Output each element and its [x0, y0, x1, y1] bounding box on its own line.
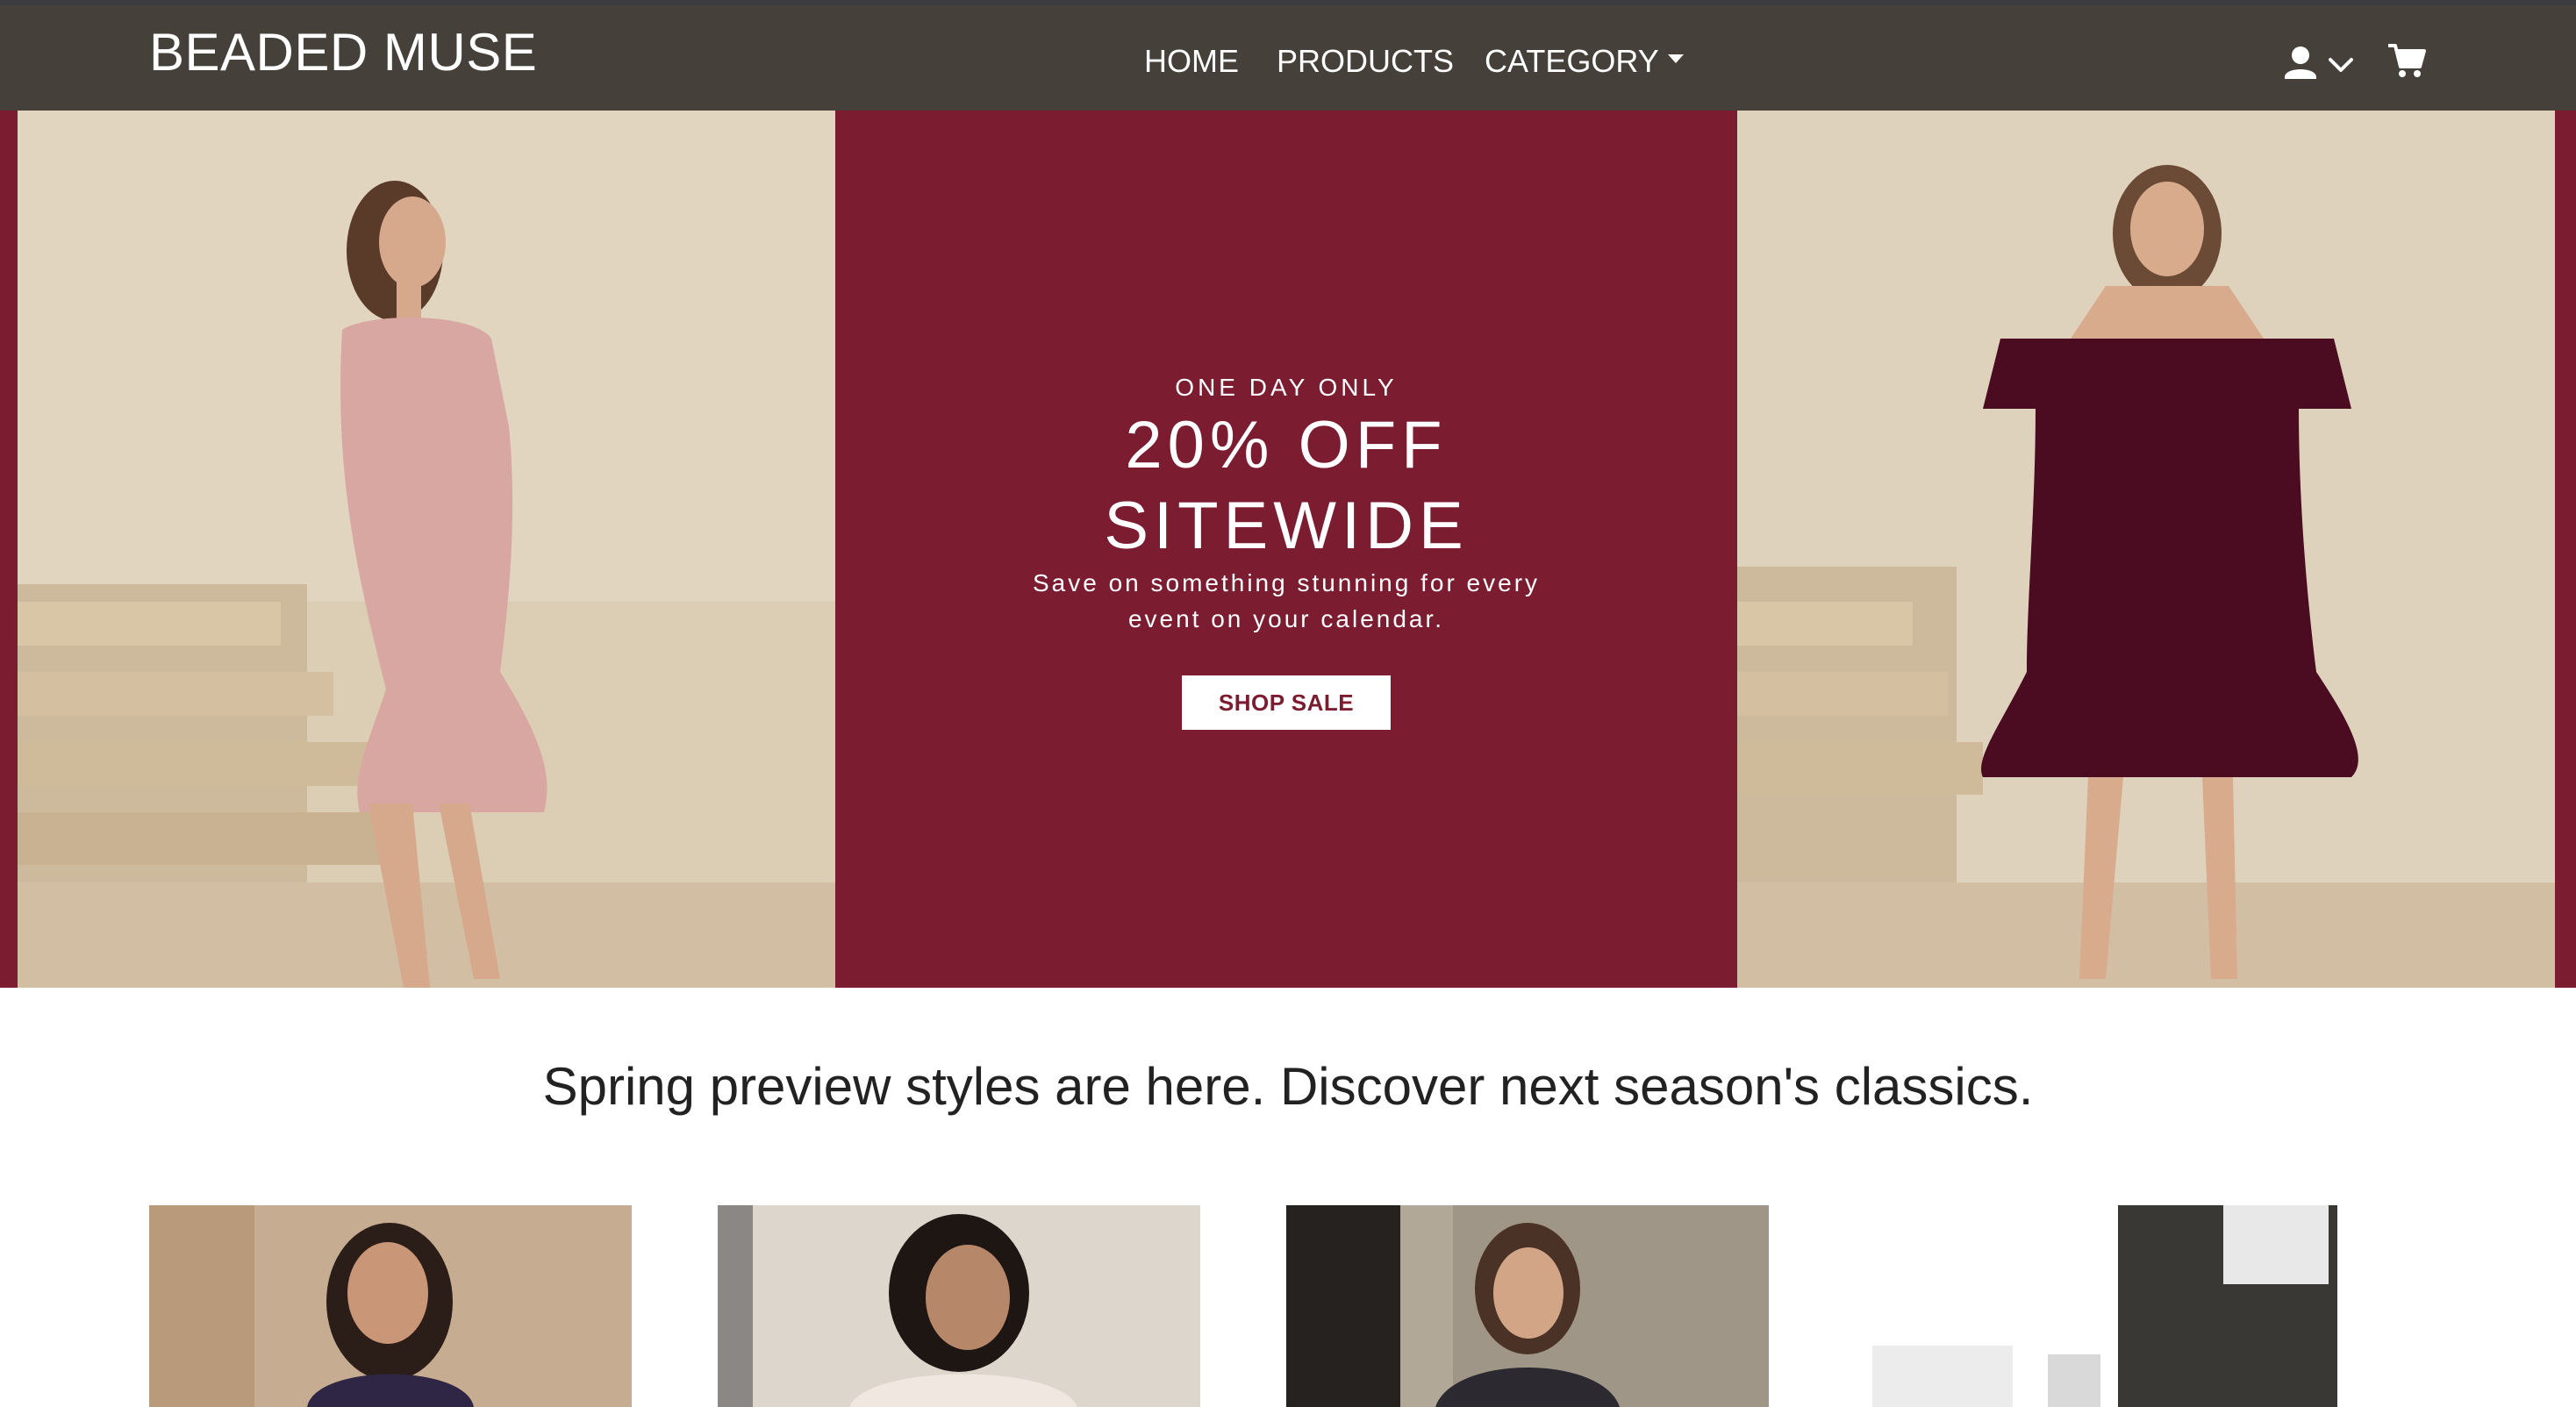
hero-image-burgundy-dress: [1737, 111, 2555, 988]
product-image: [718, 1205, 1200, 1407]
hero-banner: ONE DAY ONLY 20% OFF SITEWIDE Save on som…: [0, 111, 2576, 988]
nav-home-link[interactable]: HOME: [1144, 39, 1239, 84]
promo-subtext: Save on something stunning for every eve…: [1032, 569, 1541, 632]
navbar: BEADED MUSE HOME PRODUCTS CATEGORY: [0, 5, 2576, 111]
nav-category-dropdown[interactable]: CATEGORY: [1485, 39, 1684, 84]
user-menu-button[interactable]: [2281, 40, 2360, 89]
promo-eyebrow: ONE DAY ONLY: [1175, 374, 1398, 401]
product-image: [1855, 1205, 2337, 1407]
hero-promo-panel: ONE DAY ONLY 20% OFF SITEWIDE Save on som…: [835, 111, 1737, 988]
promo-headline-line1: 20% OFF: [1125, 408, 1448, 482]
brand-logo[interactable]: BEADED MUSE: [149, 21, 537, 84]
product-card[interactable]: [718, 1205, 1200, 1407]
hero-image-pink-dress: [18, 111, 835, 988]
section-tagline: Spring preview styles are here. Discover…: [542, 1057, 2034, 1116]
nav-category-label: CATEGORY: [1485, 43, 1659, 79]
user-icon: [2285, 46, 2353, 79]
nav-products-link[interactable]: PRODUCTS: [1277, 39, 1454, 84]
product-image: [149, 1205, 632, 1407]
cart-icon: [2388, 44, 2426, 77]
shop-sale-button[interactable]: SHOP SALE: [1182, 675, 1391, 730]
promo-headline: 20% OFF SITEWIDE: [835, 405, 1737, 567]
chevron-down-icon: [2329, 58, 2353, 72]
cart-button[interactable]: [2385, 39, 2429, 82]
product-card[interactable]: [1286, 1205, 1769, 1407]
product-image: [1286, 1205, 1769, 1407]
caret-down-icon: [1667, 54, 1684, 64]
product-card[interactable]: [1855, 1205, 2337, 1407]
promo-headline-line2: SITEWIDE: [1104, 489, 1469, 563]
product-card[interactable]: [149, 1205, 632, 1407]
